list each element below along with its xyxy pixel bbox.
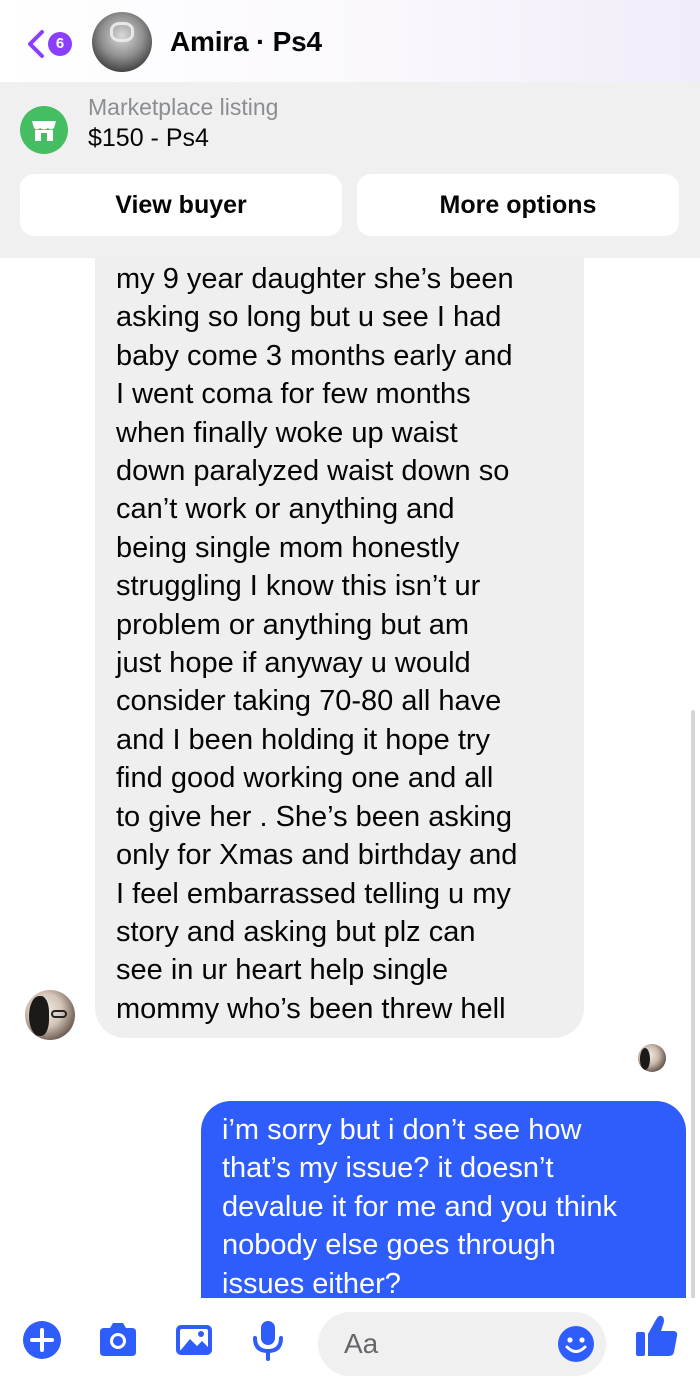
image-icon[interactable] — [172, 1318, 216, 1362]
message-line: see in ur heart help single — [116, 954, 449, 987]
marketplace-listing-panel: Marketplace listing $150 - Ps4 View buye… — [0, 82, 700, 258]
message-line: struggling I know this isn’t ur — [116, 570, 481, 603]
incoming-message-bubble[interactable]: my 9 year daughter she’s been asking so … — [95, 258, 584, 1038]
message-line: only for Xmas and birthday and — [116, 839, 518, 872]
message-input-placeholder: Aa — [344, 1328, 379, 1359]
home-indicator-area — [0, 1388, 700, 1393]
read-receipt-avatar — [638, 1044, 666, 1072]
listing-price-title[interactable]: $150 - Ps4 — [88, 124, 209, 153]
message-line: consider taking 70-80 all have — [116, 685, 502, 718]
message-line: I feel embarrassed telling u my — [116, 877, 511, 910]
message-line: devalue it for me and you think — [222, 1190, 617, 1223]
message-line: my 9 year daughter she’s been — [116, 263, 514, 295]
message-line: story and asking but plz can — [116, 915, 476, 948]
message-line: i’m sorry but i don’t see how — [222, 1114, 582, 1146]
chat-header: 6 Amira · Ps4 — [0, 0, 700, 82]
message-line: being single mom honestly — [116, 531, 460, 564]
message-line: when finally woke up waist — [116, 416, 458, 449]
listing-label: Marketplace listing — [88, 94, 279, 120]
unread-count-badge: 6 — [48, 32, 72, 56]
more-options-button[interactable]: More options — [357, 174, 679, 236]
outgoing-message-bubble[interactable]: i’m sorry but i don’t see how that’s my … — [201, 1101, 686, 1298]
message-line: I went coma for few months — [116, 378, 471, 411]
message-composer: Aa — [0, 1298, 700, 1393]
chat-title[interactable]: Amira · Ps4 — [170, 26, 322, 58]
message-line: issues either? — [222, 1267, 401, 1298]
message-line: problem or anything but am — [116, 608, 470, 641]
message-input[interactable]: Aa — [318, 1312, 606, 1376]
plus-circle-icon[interactable] — [20, 1318, 64, 1362]
contact-avatar[interactable] — [92, 12, 152, 72]
message-line: and I been holding it hope try — [116, 723, 491, 756]
message-line: that’s my issue? it doesn’t — [222, 1152, 554, 1185]
message-line: down paralyzed waist down so — [116, 455, 510, 488]
camera-icon[interactable] — [96, 1318, 140, 1362]
message-line: just hope if anyway u would — [116, 647, 471, 680]
message-line: to give her . She’s been asking — [116, 800, 513, 833]
microphone-icon[interactable] — [246, 1318, 290, 1362]
message-thread[interactable]: my 9 year daughter she’s been asking so … — [0, 258, 700, 1298]
message-line: mommy who’s been threw hell — [116, 992, 506, 1025]
message-line: find good working one and all — [116, 762, 494, 795]
outgoing-message-text: i’m sorry but i don’t see how that’s my … — [222, 1111, 677, 1298]
storefront-icon — [20, 106, 68, 154]
view-buyer-button[interactable]: View buyer — [20, 174, 342, 236]
thumbs-up-icon[interactable] — [634, 1312, 680, 1360]
back-button[interactable]: 6 — [20, 26, 80, 62]
sender-avatar[interactable] — [25, 990, 75, 1040]
message-line: can’t work or anything and — [116, 493, 455, 526]
smiley-icon[interactable] — [556, 1324, 596, 1364]
message-line: asking so long but u see I had — [116, 301, 502, 334]
message-line: nobody else goes through — [222, 1229, 556, 1262]
message-line: baby come 3 months early and — [116, 339, 513, 372]
scrollbar[interactable] — [691, 710, 695, 1298]
incoming-message-text: my 9 year daughter she’s been asking so … — [116, 260, 576, 1028]
